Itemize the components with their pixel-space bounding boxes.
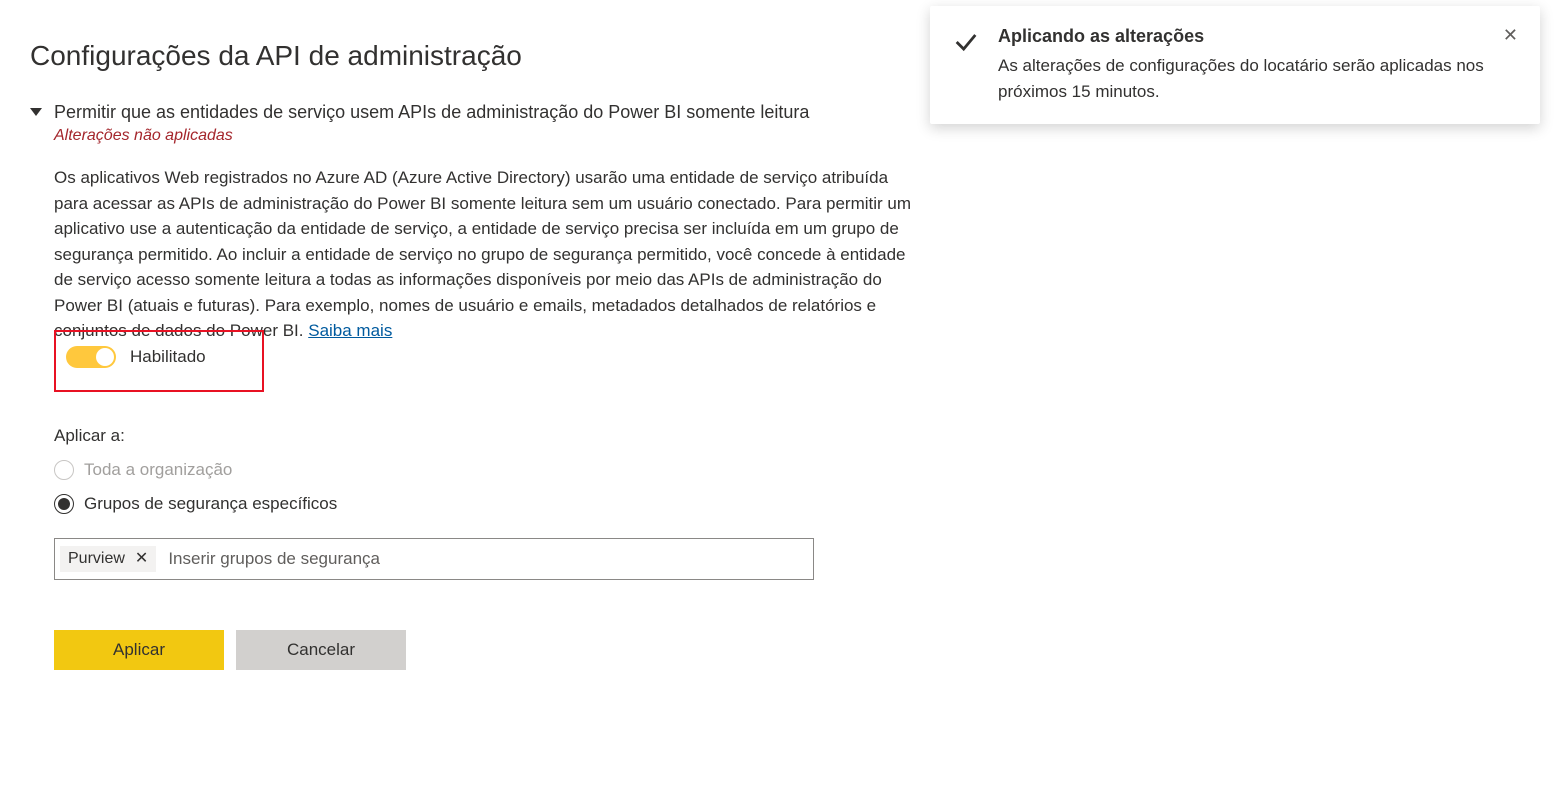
enabled-toggle[interactable]: [66, 346, 116, 368]
radio-row-specific-groups: Grupos de segurança específicos: [54, 494, 970, 514]
apply-to-section: Aplicar a: Toda a organização Grupos de …: [54, 426, 970, 670]
toast-notification: Aplicando as alterações As alterações de…: [930, 6, 1540, 124]
button-row: Aplicar Cancelar: [54, 630, 970, 670]
apply-to-label: Aplicar a:: [54, 426, 970, 446]
toast-title: Aplicando as alterações: [998, 26, 1485, 47]
toggle-knob-icon: [96, 348, 114, 366]
radio-row-all-org: Toda a organização: [54, 460, 970, 480]
setting-title: Permitir que as entidades de serviço use…: [54, 102, 970, 123]
setting-section: Permitir que as entidades de serviço use…: [30, 102, 970, 670]
toast-body: Aplicando as alterações As alterações de…: [998, 26, 1485, 104]
description-text: Os aplicativos Web registrados no Azure …: [54, 168, 911, 340]
group-tag-label: Purview: [68, 550, 125, 568]
radio-specific-groups-label: Grupos de segurança específicos: [84, 494, 337, 514]
group-tag: Purview ✕: [60, 546, 156, 572]
checkmark-icon: [952, 28, 980, 56]
group-input-placeholder: Inserir grupos de segurança: [164, 549, 380, 569]
unsaved-changes-label: Alterações não aplicadas: [54, 127, 970, 145]
radio-all-org: [54, 460, 74, 480]
cancel-button[interactable]: Cancelar: [236, 630, 406, 670]
enabled-toggle-highlight: Habilitado: [54, 330, 264, 392]
remove-tag-icon[interactable]: ✕: [135, 551, 148, 567]
toggle-label: Habilitado: [130, 347, 206, 367]
radio-all-org-label: Toda a organização: [84, 460, 232, 480]
setting-description: Os aplicativos Web registrados no Azure …: [54, 165, 924, 344]
learn-more-link[interactable]: Saiba mais: [308, 321, 392, 340]
apply-button[interactable]: Aplicar: [54, 630, 224, 670]
radio-specific-groups[interactable]: [54, 494, 74, 514]
toast-message: As alterações de configurações do locatá…: [998, 53, 1485, 104]
security-groups-input[interactable]: Purview ✕ Inserir grupos de segurança: [54, 538, 814, 580]
setting-content: Permitir que as entidades de serviço use…: [54, 102, 970, 670]
toast-close-icon[interactable]: ✕: [1503, 26, 1518, 104]
collapse-caret-icon[interactable]: [30, 108, 42, 116]
